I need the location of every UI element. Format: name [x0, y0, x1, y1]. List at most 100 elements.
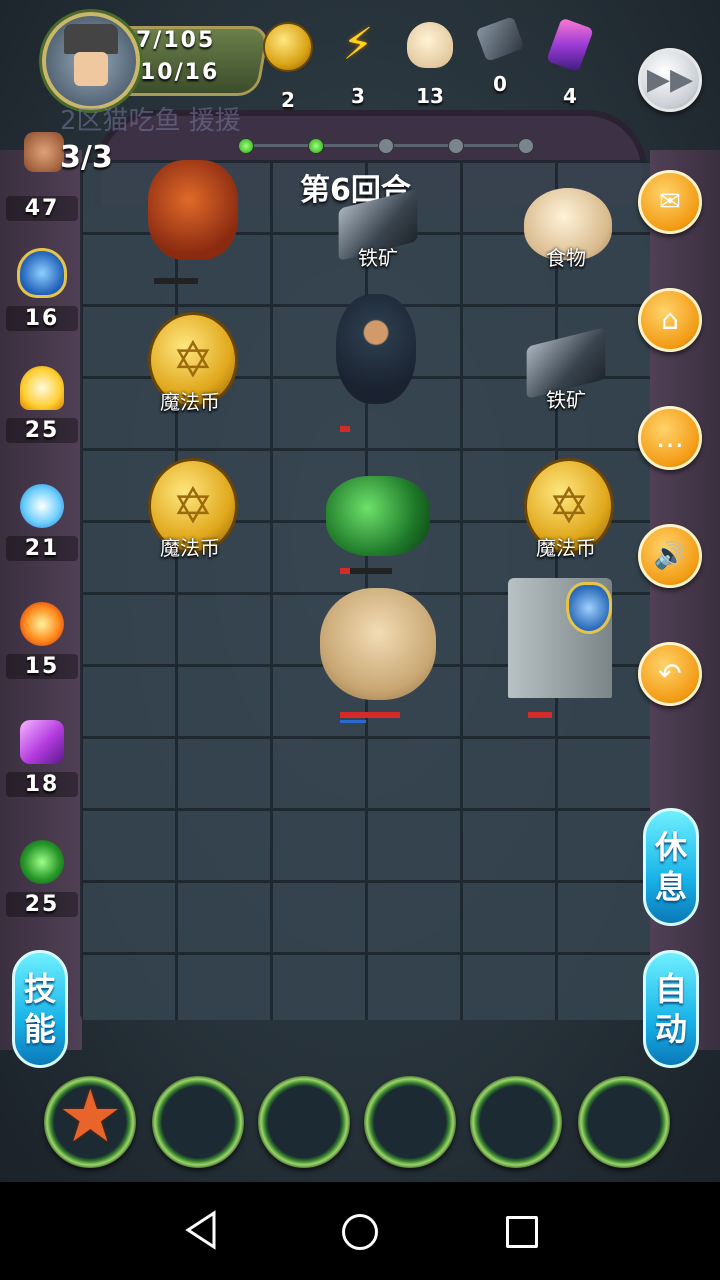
player-avatar[interactable] — [42, 12, 140, 110]
hat-icon — [64, 24, 118, 54]
resource-energy: ⚡ 3 — [328, 19, 388, 109]
ore-count: 0 — [493, 72, 507, 96]
round-progress — [238, 138, 534, 154]
stat-value: 15 — [6, 654, 78, 679]
resource-coin: 2 — [258, 22, 318, 112]
ghost-text: 2区猫吃鱼 援援 — [60, 106, 241, 136]
tower[interactable] — [500, 570, 620, 718]
tile-label: 铁矿 — [358, 246, 398, 270]
mana-bar — [340, 720, 366, 723]
star-icon: ★ — [58, 1074, 123, 1158]
coin-icon — [263, 22, 313, 72]
coin-count: 2 — [281, 88, 295, 112]
tile-iron-ore-1[interactable]: 铁矿 — [318, 180, 438, 300]
stat-lightning: 18 — [6, 720, 78, 797]
skill-slot[interactable] — [152, 1076, 244, 1168]
stat-attack: 47 — [6, 196, 78, 221]
tile-magic-coin-2[interactable]: 魔法币 — [130, 458, 250, 578]
gem-icon — [546, 17, 594, 73]
green-boar-icon — [326, 476, 430, 556]
monster-crocodile[interactable] — [130, 150, 250, 284]
recent-apps-icon[interactable] — [506, 1216, 538, 1248]
resource-ore: 0 — [470, 16, 530, 96]
lightning-icon — [20, 720, 64, 764]
resource-food: 13 — [400, 22, 460, 108]
face-icon — [74, 52, 108, 86]
tile-label: 食物 — [546, 246, 586, 270]
stat-value: 25 — [6, 892, 78, 917]
chat-button[interactable]: … — [638, 406, 702, 470]
serpent-icon — [20, 840, 64, 884]
energy-count: 3 — [351, 84, 365, 108]
resource-gem: 4 — [540, 17, 600, 108]
hp-bar — [154, 278, 198, 284]
home-icon[interactable] — [342, 1214, 378, 1250]
auto-label: 自动 — [654, 970, 687, 1048]
lightning-bolt-icon: ⚡ — [342, 19, 374, 70]
rest-label: 休息 — [654, 828, 687, 906]
skill-slot[interactable]: ★ — [44, 1076, 136, 1168]
tile-label: 魔法币 — [536, 536, 596, 560]
stat-defense: 16 — [6, 248, 78, 331]
wave-icon — [20, 484, 64, 528]
ninja-icon — [336, 294, 416, 404]
tile-magic-coin-3[interactable]: 魔法币 — [506, 458, 626, 578]
holy-flame-icon — [20, 366, 64, 410]
fast-forward-button[interactable]: ▶▶ — [638, 48, 702, 112]
back-icon[interactable] — [184, 1210, 218, 1250]
progress-dot — [378, 138, 394, 154]
player-level: 10/16 — [140, 60, 220, 85]
system-navigation-bar — [0, 1182, 720, 1280]
skill-slot[interactable] — [364, 1076, 456, 1168]
rest-button[interactable]: 休息 — [643, 808, 699, 926]
player-hp: 7/105 — [136, 28, 216, 53]
progress-dot — [518, 138, 534, 154]
skill-slot[interactable] — [578, 1076, 670, 1168]
hp-bar-empty — [350, 568, 392, 574]
shield-icon — [566, 582, 612, 634]
gem-count: 4 — [563, 84, 577, 108]
progress-dot — [308, 138, 324, 154]
food-count: 13 — [416, 84, 444, 108]
skill-bar: ★ — [0, 1066, 720, 1182]
ore-icon — [475, 16, 525, 62]
skill-slot[interactable] — [258, 1076, 350, 1168]
hp-bar — [340, 712, 400, 718]
stat-value: 18 — [6, 772, 78, 797]
stat-value: 16 — [6, 306, 78, 331]
hp-bar — [340, 568, 350, 574]
stat-value: 47 — [6, 196, 78, 221]
mail-button[interactable]: ✉ — [638, 170, 702, 234]
shiba-dog-icon — [320, 588, 436, 700]
stat-value: 25 — [6, 418, 78, 443]
monster-dog[interactable] — [316, 586, 436, 723]
monster-boar[interactable] — [318, 460, 438, 580]
skill-button[interactable]: 技能 — [12, 950, 68, 1068]
fire-icon — [20, 602, 64, 646]
tile-food[interactable]: 食物 — [506, 178, 626, 298]
progress-dot — [448, 138, 464, 154]
bun-icon — [407, 22, 453, 68]
stat-holy: 25 — [6, 366, 78, 443]
attack-count: 3/3 — [60, 140, 113, 175]
tile-magic-coin-1[interactable]: 魔法币 — [130, 312, 250, 432]
home-button[interactable]: ⌂ — [638, 288, 702, 352]
undo-button[interactable]: ↶ — [638, 642, 702, 706]
stat-poison: 25 — [6, 840, 78, 917]
skill-label: 技能 — [23, 970, 56, 1048]
hp-bar — [528, 712, 552, 718]
fist-icon — [24, 132, 64, 172]
tile-iron-ore-2[interactable]: 铁矿 — [506, 318, 626, 438]
stat-fire: 15 — [6, 602, 78, 679]
tile-label: 魔法币 — [160, 536, 220, 560]
stat-water: 21 — [6, 484, 78, 561]
monster-ninja[interactable] — [318, 290, 438, 432]
hp-bar — [340, 426, 350, 432]
tile-label: 魔法币 — [160, 390, 220, 414]
sound-button[interactable]: 🔊 — [638, 524, 702, 588]
skill-slot[interactable] — [470, 1076, 562, 1168]
crocodile-warrior-icon — [148, 160, 238, 260]
shield-icon — [17, 248, 67, 298]
game-stage: 7/105 10/16 2 ⚡ 3 13 0 4 2区猫吃鱼 援援 3/3 47… — [0, 0, 720, 1182]
auto-button[interactable]: 自动 — [643, 950, 699, 1068]
